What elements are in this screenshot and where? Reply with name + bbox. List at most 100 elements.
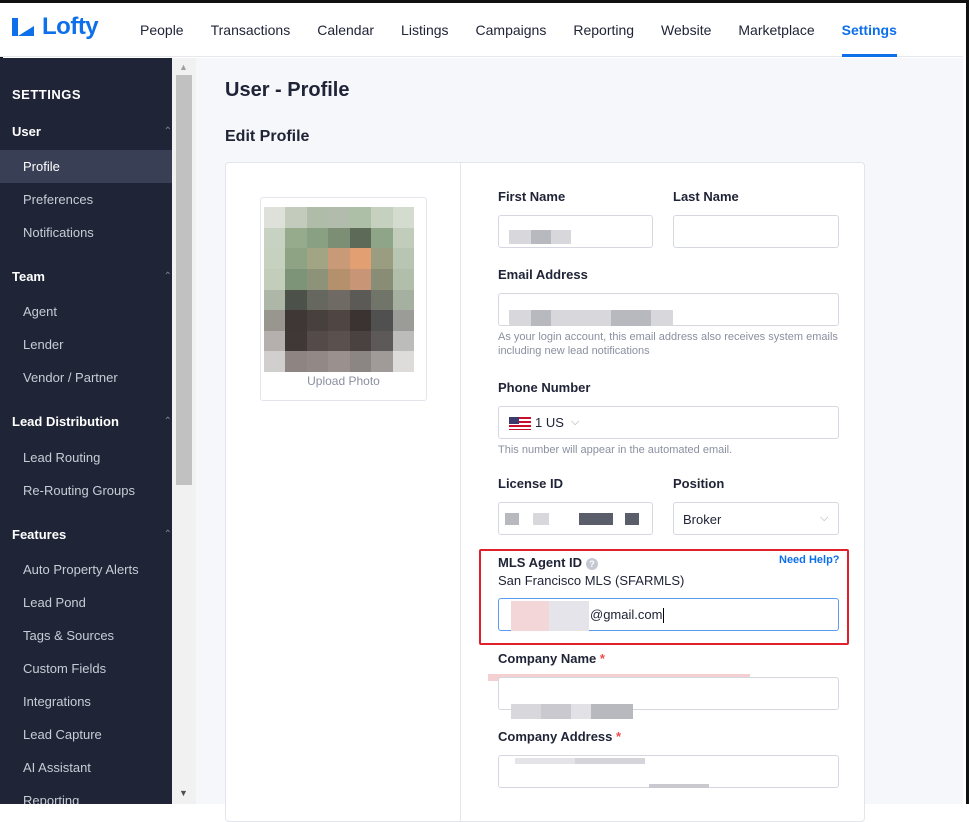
nav-reporting[interactable]: Reporting <box>573 3 634 57</box>
need-help-link[interactable]: Need Help? <box>779 554 840 566</box>
photo-pixel <box>392 351 414 372</box>
company-name-input[interactable] <box>498 677 839 719</box>
position-select[interactable]: Broker ⌵ <box>673 502 839 535</box>
redacted-block <box>575 758 645 764</box>
sidebar-item-custom-fields[interactable]: Custom Fields <box>0 652 172 685</box>
phone-input[interactable]: 1 US ⌵ <box>498 406 839 439</box>
mls-agent-id-text: MLS Agent ID <box>498 555 583 570</box>
section-title: Edit Profile <box>225 128 310 145</box>
collapse-caret-icon[interactable]: ⌃ <box>164 271 172 282</box>
lofty-logo-icon <box>12 18 34 36</box>
email-input[interactable] <box>498 293 839 326</box>
mls-source: San Francisco MLS (SFARMLS) <box>498 573 685 588</box>
scroll-down-arrow-icon[interactable]: ▼ <box>179 788 188 798</box>
photo-pixel <box>371 289 393 311</box>
chevron-down-icon[interactable]: ⌵ <box>571 416 579 429</box>
collapse-caret-icon[interactable]: ⌃ <box>164 416 172 427</box>
sidebar-item-notifications[interactable]: Notifications <box>0 216 172 249</box>
upload-photo-link[interactable]: Upload Photo <box>261 374 426 388</box>
sidebar-title: SETTINGS <box>12 87 82 102</box>
mls-agent-id-input[interactable]: @gmail.com <box>498 598 839 631</box>
photo-pixel <box>285 330 307 352</box>
company-address-input[interactable] <box>498 755 839 788</box>
sidebar-item-re-routing-groups[interactable]: Re-Routing Groups <box>0 474 172 507</box>
sidebar-group-lead-distribution[interactable]: Lead Distribution <box>12 414 119 429</box>
license-input[interactable] <box>498 502 653 535</box>
sidebar-item-tags-sources[interactable]: Tags & Sources <box>0 619 172 652</box>
sidebar-item-agent[interactable]: Agent <box>0 295 172 328</box>
scroll-thumb[interactable] <box>176 75 192 485</box>
mls-agent-id-label: MLS Agent ID? <box>498 555 599 570</box>
main-nav: People Transactions Calendar Listings Ca… <box>140 3 924 57</box>
sidebar-group-features[interactable]: Features <box>12 527 66 542</box>
photo-pixel <box>264 351 286 372</box>
help-icon[interactable]: ? <box>586 557 599 570</box>
sidebar-item-lead-capture[interactable]: Lead Capture <box>0 718 172 751</box>
lofty-logo[interactable]: Lofty <box>10 13 99 41</box>
nav-people[interactable]: People <box>140 3 184 57</box>
text-cursor <box>663 608 665 624</box>
sidebar-item-reporting[interactable]: Reporting <box>0 784 172 804</box>
phone-label: Phone Number <box>498 380 591 395</box>
top-navigation: Lofty People Transactions Calendar Listi… <box>0 3 963 57</box>
photo-pixel <box>264 310 286 331</box>
nav-calendar[interactable]: Calendar <box>317 3 374 57</box>
photo-pixel <box>371 227 393 249</box>
photo-pixel <box>306 351 329 372</box>
sidebar-group-user[interactable]: User <box>12 124 41 139</box>
photo-pixel <box>328 351 350 372</box>
nav-transactions[interactable]: Transactions <box>211 3 291 57</box>
photo-pixel <box>349 330 372 352</box>
photo-pixel <box>285 310 307 331</box>
photo-pixel <box>264 227 286 249</box>
first-name-input[interactable] <box>498 215 653 248</box>
redacted-block <box>551 230 571 244</box>
photo-pixel <box>392 248 414 269</box>
mls-agent-id-value-text: @gmail.com <box>590 607 663 622</box>
sidebar-item-profile[interactable]: Profile <box>0 150 172 183</box>
sidebar-item-auto-property-alerts[interactable]: Auto Property Alerts <box>0 553 172 586</box>
photo-pixel <box>264 268 286 290</box>
photo-pixel <box>264 330 286 352</box>
sidebar-item-integrations[interactable]: Integrations <box>0 685 172 718</box>
sidebar-item-lead-pond[interactable]: Lead Pond <box>0 586 172 619</box>
photo-pixel <box>349 207 372 228</box>
photo-pixel <box>306 248 329 269</box>
photo-pixel <box>371 248 393 269</box>
photo-pixel <box>306 289 329 311</box>
nav-settings[interactable]: Settings <box>841 3 898 57</box>
sidebar-item-lender[interactable]: Lender <box>0 328 172 361</box>
profile-photo <box>264 207 414 372</box>
nav-marketplace[interactable]: Marketplace <box>738 3 814 57</box>
scroll-up-arrow-icon[interactable]: ▲ <box>179 62 188 72</box>
chevron-down-icon[interactable]: ⌵ <box>820 512 828 525</box>
photo-pixel <box>285 227 307 249</box>
redacted-block <box>531 310 551 326</box>
photo-pixel <box>392 227 414 249</box>
photo-pixel <box>306 330 329 352</box>
nav-listings[interactable]: Listings <box>401 3 448 57</box>
nav-campaigns[interactable]: Campaigns <box>476 3 547 57</box>
us-flag-icon <box>509 417 531 430</box>
license-label: License ID <box>498 476 564 491</box>
sidebar-scrollbar[interactable]: ▲ ▼ <box>172 58 196 804</box>
phone-country-code[interactable]: 1 US <box>535 415 564 430</box>
sidebar-item-lead-routing[interactable]: Lead Routing <box>0 441 172 474</box>
sidebar-item-vendor-partner[interactable]: Vendor / Partner <box>0 361 172 394</box>
photo-pixel <box>328 330 350 352</box>
mls-agent-id-value: @gmail.com <box>590 607 665 624</box>
sidebar-item-preferences[interactable]: Preferences <box>0 183 172 216</box>
collapse-caret-icon[interactable]: ⌃ <box>164 529 172 540</box>
profile-photo-box[interactable]: Upload Photo <box>260 197 427 401</box>
sidebar-group-team[interactable]: Team <box>12 269 45 284</box>
redacted-block <box>591 704 633 719</box>
photo-pixel <box>285 268 307 290</box>
photo-pixel <box>264 289 286 311</box>
collapse-caret-icon[interactable]: ⌃ <box>164 126 172 137</box>
sidebar-item-ai-assistant[interactable]: AI Assistant <box>0 751 172 784</box>
nav-website[interactable]: Website <box>661 3 711 57</box>
redacted-block <box>511 704 541 719</box>
redacted-block <box>651 310 673 326</box>
photo-pixel <box>392 268 414 290</box>
last-name-input[interactable] <box>673 215 839 248</box>
